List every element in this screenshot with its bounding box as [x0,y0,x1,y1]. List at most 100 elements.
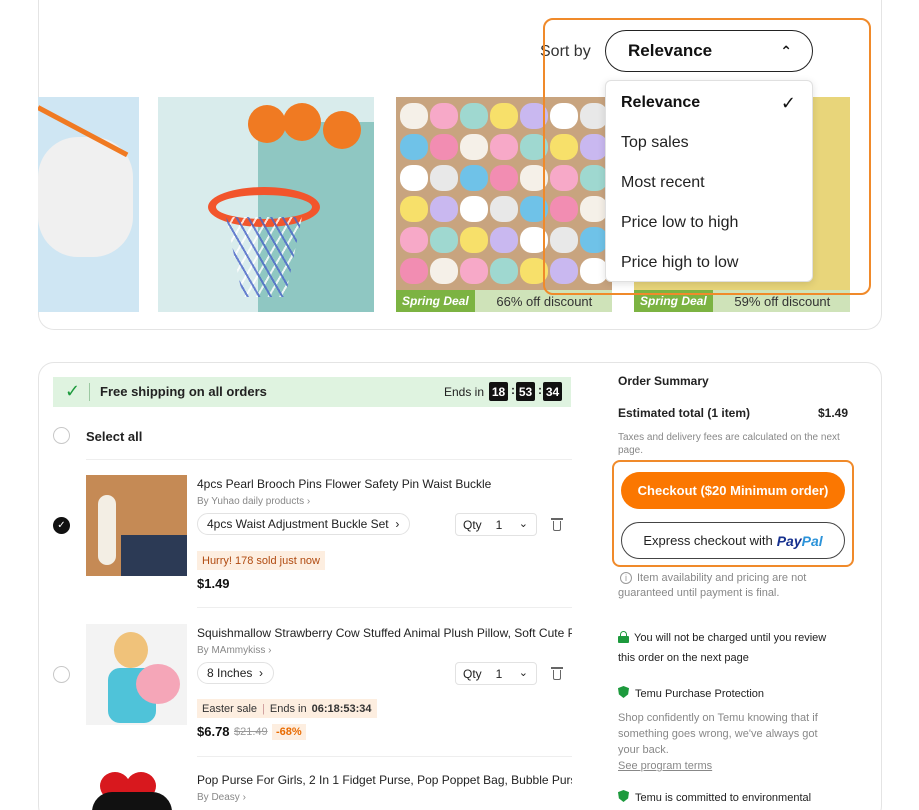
squishy-toy-shape [580,134,608,160]
qty-label: Qty [463,666,482,681]
item-store[interactable]: By MAmmykiss › [197,645,271,656]
charge-note-line-1: You will not be charged until you review [634,632,827,644]
paypal-checkout-button[interactable]: Express checkout with PayPal [621,522,845,559]
protection-text: Shop confidently on Temu knowing that if… [618,712,818,756]
quantity-select[interactable]: Qty 1 ⌄ [455,662,537,685]
squishy-toy-shape [520,165,548,191]
squishy-toy-shape [490,103,518,129]
squishy-toy-shape [430,134,458,160]
by-label: By [197,792,209,803]
trash-icon[interactable] [551,518,563,532]
item-title[interactable]: Pop Purse For Girls, 2 In 1 Fidget Purse… [197,773,572,787]
sort-selected-value: Relevance [628,41,713,60]
divider: | [262,702,265,715]
estimated-total-label: Estimated total (1 item) [618,406,751,420]
qty-label: Qty [463,517,482,532]
sale-label: Easter sale [202,702,258,715]
sale-countdown: 06:18:53:34 [311,702,372,715]
check-icon: ✓ [65,381,81,401]
ears-shape [92,792,172,810]
fees-note: Taxes and delivery fees are calculated o… [618,432,840,456]
variant-selector[interactable]: 8 Inches › [197,662,275,684]
item-select-radio[interactable] [53,666,70,683]
squishy-toy-shape [460,165,488,191]
sort-option-price-high-low[interactable]: Price high to low [621,254,738,272]
squishy-toy-shape [520,227,548,253]
free-shipping-banner: ✓ Free shipping on all orders Ends in 18… [53,377,571,407]
chevron-up-icon: ⌃ [780,43,792,59]
estimated-total-value: $1.49 [818,406,849,420]
pins-shape [98,495,116,565]
item-store[interactable]: By Deasy › [197,792,246,803]
spring-deal-banner: Spring Deal 59% off discount [634,290,850,312]
by-label: By [197,645,209,656]
squishy-toy-shape [430,196,458,222]
variant-selector[interactable]: 4pcs Waist Adjustment Buckle Set › [197,513,411,535]
select-all-label[interactable]: Select all [86,429,142,444]
item-image-plush-pillow[interactable] [86,624,187,725]
product-image-fishing-toy[interactable] [38,97,139,312]
divider [86,459,572,460]
squishy-toy-shape [580,165,608,191]
store-name: Yuhao daily products [211,496,305,507]
item-select-radio[interactable]: ✓ [53,517,70,534]
shield-icon [618,686,629,698]
sort-option-most-recent[interactable]: Most recent [621,174,705,192]
squishy-toy-shape [580,227,608,253]
squishy-toy-shape [520,134,548,160]
squishy-toy-shape [460,134,488,160]
store-name: Deasy [211,792,240,803]
timer-colon: : [511,383,515,397]
item-store[interactable]: By Yuhao daily products › [197,496,310,507]
trash-icon[interactable] [551,667,563,681]
item-price: $6.78 [197,724,230,739]
squishy-toy-shape [520,196,548,222]
squishy-toy-shape [490,227,518,253]
timer-minutes: 53 [516,382,535,401]
sort-option-top-sales[interactable]: Top sales [621,134,689,152]
variant-label: 4pcs Waist Adjustment Buckle Set [207,517,389,531]
squishy-toy-shape [520,103,548,129]
checkout-button[interactable]: Checkout ($20 Minimum order) [621,472,845,509]
spring-deal-badge: Spring Deal [396,290,475,312]
squishy-toy-shape [550,258,578,284]
sort-option-price-low-high[interactable]: Price low to high [621,214,738,232]
item-image-pop-purse[interactable] [86,770,187,810]
spring-deal-badge: Spring Deal [634,290,713,312]
squishy-toy-shape [460,258,488,284]
item-title[interactable]: Squishmallow Strawberry Cow Stuffed Anim… [197,626,572,640]
item-image-brooch-pins[interactable] [86,475,187,576]
squishy-toy-shape [550,227,578,253]
squishy-toy-shape [430,258,458,284]
original-price: $21.49 [234,726,268,738]
ball-shape [323,111,361,149]
fishing-toy-shape [38,137,133,257]
quantity-select[interactable]: Qty 1 ⌄ [455,513,537,536]
lock-icon [618,631,629,643]
select-all-radio[interactable] [53,427,70,444]
chevron-right-icon: › [395,517,400,531]
sort-option-relevance[interactable]: Relevance [621,94,700,112]
qty-value: 1 [495,666,503,681]
variant-label: 8 Inches [207,666,253,680]
sort-select[interactable]: Relevance ⌃ [605,30,813,72]
protection-title: Temu Purchase Protection [635,688,765,700]
item-title[interactable]: 4pcs Pearl Brooch Pins Flower Safety Pin… [197,477,572,491]
charge-note: You will not be charged until you review [618,628,848,648]
squishy-toy-shape [400,258,428,284]
chevron-down-icon: ⌄ [518,518,528,530]
squishy-toy-shape [550,165,578,191]
product-image-basketball-hoop[interactable] [158,97,374,312]
availability-note: Item availability and pricing are not gu… [618,572,807,599]
program-terms-link[interactable]: See program terms [618,760,712,772]
squishy-toy-shape [460,103,488,129]
paypal-logo-pal: Pal [801,532,823,549]
ball-shape [248,105,286,143]
plush-shape [136,664,180,704]
divider [197,756,572,757]
squishy-toy-shape [460,196,488,222]
squishy-toy-shape [550,134,578,160]
product-image-squishies[interactable]: Spring Deal 66% off discount [396,97,612,312]
sale-ends-label: Ends in [269,702,307,715]
squishy-toy-shape [430,103,458,129]
